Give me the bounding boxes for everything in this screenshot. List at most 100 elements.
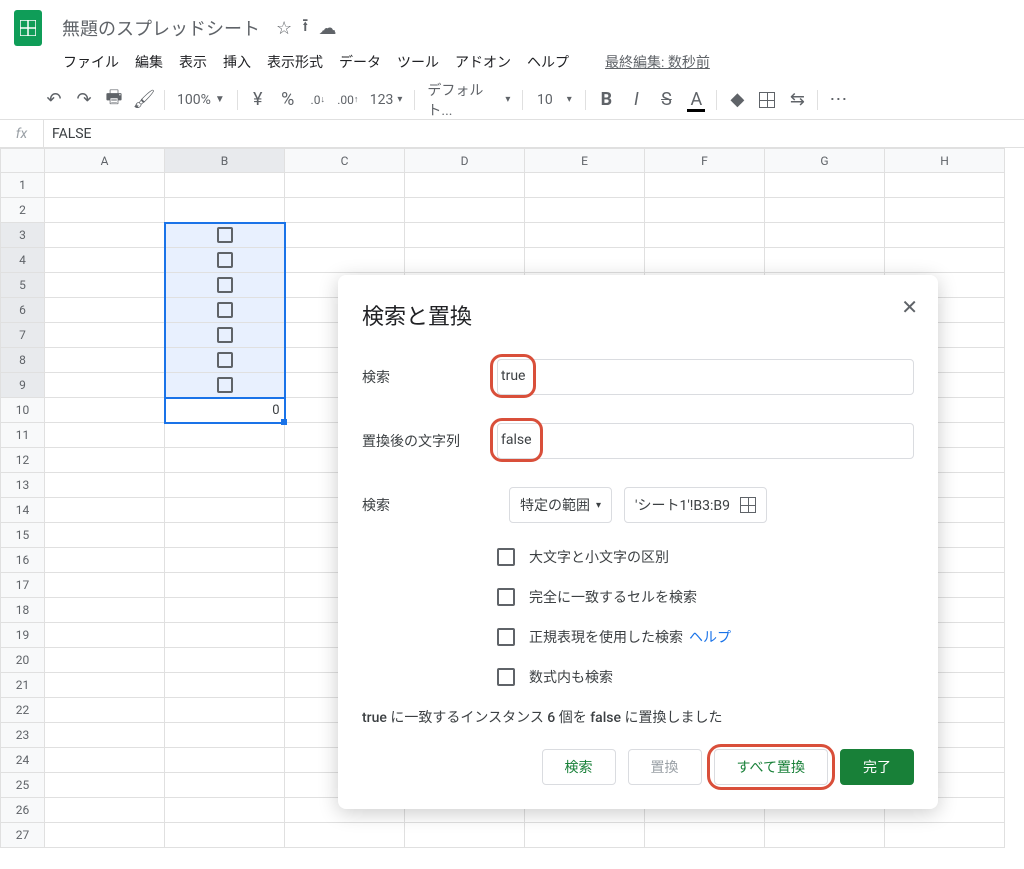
cell[interactable] <box>45 298 165 323</box>
cell[interactable] <box>165 423 285 448</box>
cell[interactable] <box>165 648 285 673</box>
row-header[interactable]: 5 <box>1 273 45 298</box>
formula-checkbox[interactable] <box>497 668 515 686</box>
cell[interactable] <box>45 648 165 673</box>
cell[interactable] <box>285 173 405 198</box>
close-icon[interactable]: ✕ <box>901 295 918 319</box>
sheets-logo[interactable] <box>8 8 48 48</box>
star-icon[interactable]: ☆ <box>276 18 292 39</box>
num-format-dropdown[interactable]: 123▾ <box>364 86 409 114</box>
cell[interactable] <box>45 198 165 223</box>
cell[interactable] <box>165 773 285 798</box>
search-input[interactable]: true <box>497 359 914 395</box>
col-header[interactable]: C <box>285 149 405 173</box>
range-input[interactable]: 'シート1'!B3:B9 <box>624 487 767 523</box>
cell[interactable] <box>165 448 285 473</box>
cell[interactable] <box>765 173 885 198</box>
cell[interactable] <box>285 198 405 223</box>
regex-checkbox[interactable] <box>497 628 515 646</box>
cell[interactable] <box>285 823 405 848</box>
cell[interactable] <box>45 473 165 498</box>
cell[interactable] <box>45 173 165 198</box>
cell[interactable] <box>645 248 765 273</box>
cell[interactable] <box>45 348 165 373</box>
cell[interactable] <box>405 173 525 198</box>
cell[interactable] <box>45 748 165 773</box>
percent-button[interactable]: % <box>274 86 302 114</box>
cell[interactable] <box>645 823 765 848</box>
cell[interactable] <box>165 173 285 198</box>
cell[interactable] <box>45 323 165 348</box>
zoom-dropdown[interactable]: 100%▼ <box>171 86 231 114</box>
cell[interactable] <box>165 673 285 698</box>
fill-handle[interactable] <box>281 419 287 425</box>
cell[interactable] <box>45 673 165 698</box>
cell[interactable] <box>45 448 165 473</box>
cell[interactable] <box>525 173 645 198</box>
row-header[interactable]: 11 <box>1 423 45 448</box>
cell[interactable] <box>165 348 285 373</box>
cell[interactable] <box>45 373 165 398</box>
cell[interactable] <box>45 573 165 598</box>
cell[interactable] <box>765 248 885 273</box>
col-header[interactable]: G <box>765 149 885 173</box>
cell[interactable] <box>45 273 165 298</box>
select-all-corner[interactable] <box>1 149 45 173</box>
cell[interactable] <box>885 248 1005 273</box>
row-header[interactable]: 14 <box>1 498 45 523</box>
col-header[interactable]: E <box>525 149 645 173</box>
cell[interactable] <box>165 248 285 273</box>
cell[interactable] <box>285 248 405 273</box>
cell[interactable] <box>165 748 285 773</box>
row-header[interactable]: 6 <box>1 298 45 323</box>
cell[interactable] <box>285 223 405 248</box>
row-header[interactable]: 1 <box>1 173 45 198</box>
cell[interactable] <box>45 248 165 273</box>
menu-tools[interactable]: ツール <box>390 48 446 76</box>
row-header[interactable]: 26 <box>1 798 45 823</box>
last-edit[interactable]: 最終編集: 数秒前 <box>598 48 717 76</box>
cell[interactable] <box>885 823 1005 848</box>
cell[interactable] <box>45 398 165 423</box>
cell[interactable] <box>45 498 165 523</box>
row-header[interactable]: 25 <box>1 773 45 798</box>
cell[interactable] <box>45 548 165 573</box>
row-header[interactable]: 18 <box>1 598 45 623</box>
strike-button[interactable]: S <box>652 86 680 114</box>
cell[interactable] <box>45 623 165 648</box>
exact-checkbox[interactable] <box>497 588 515 606</box>
cell[interactable] <box>45 698 165 723</box>
cell[interactable] <box>885 173 1005 198</box>
dec-decrease-button[interactable]: .0↓ <box>304 86 332 114</box>
undo-icon[interactable]: ↶ <box>40 86 68 114</box>
cell[interactable] <box>645 223 765 248</box>
row-header[interactable]: 16 <box>1 548 45 573</box>
italic-button[interactable]: I <box>622 86 650 114</box>
cell[interactable] <box>645 198 765 223</box>
cell[interactable] <box>165 323 285 348</box>
cell[interactable] <box>165 823 285 848</box>
cell[interactable] <box>165 298 285 323</box>
cell[interactable] <box>45 598 165 623</box>
cell[interactable] <box>165 498 285 523</box>
col-header[interactable]: A <box>45 149 165 173</box>
menu-edit[interactable]: 編集 <box>128 48 170 76</box>
cell[interactable] <box>165 473 285 498</box>
cell[interactable] <box>45 523 165 548</box>
redo-icon[interactable]: ↷ <box>70 86 98 114</box>
fill-color-icon[interactable]: ◆ <box>723 86 751 114</box>
cell[interactable] <box>45 773 165 798</box>
row-header[interactable]: 12 <box>1 448 45 473</box>
cell[interactable] <box>525 248 645 273</box>
cell[interactable] <box>165 198 285 223</box>
cell[interactable] <box>165 723 285 748</box>
case-checkbox[interactable] <box>497 548 515 566</box>
cell[interactable] <box>405 223 525 248</box>
cell[interactable] <box>405 823 525 848</box>
cell[interactable] <box>165 523 285 548</box>
row-header[interactable]: 20 <box>1 648 45 673</box>
row-header[interactable]: 24 <box>1 748 45 773</box>
cell[interactable] <box>165 698 285 723</box>
row-header[interactable]: 3 <box>1 223 45 248</box>
row-header[interactable]: 22 <box>1 698 45 723</box>
